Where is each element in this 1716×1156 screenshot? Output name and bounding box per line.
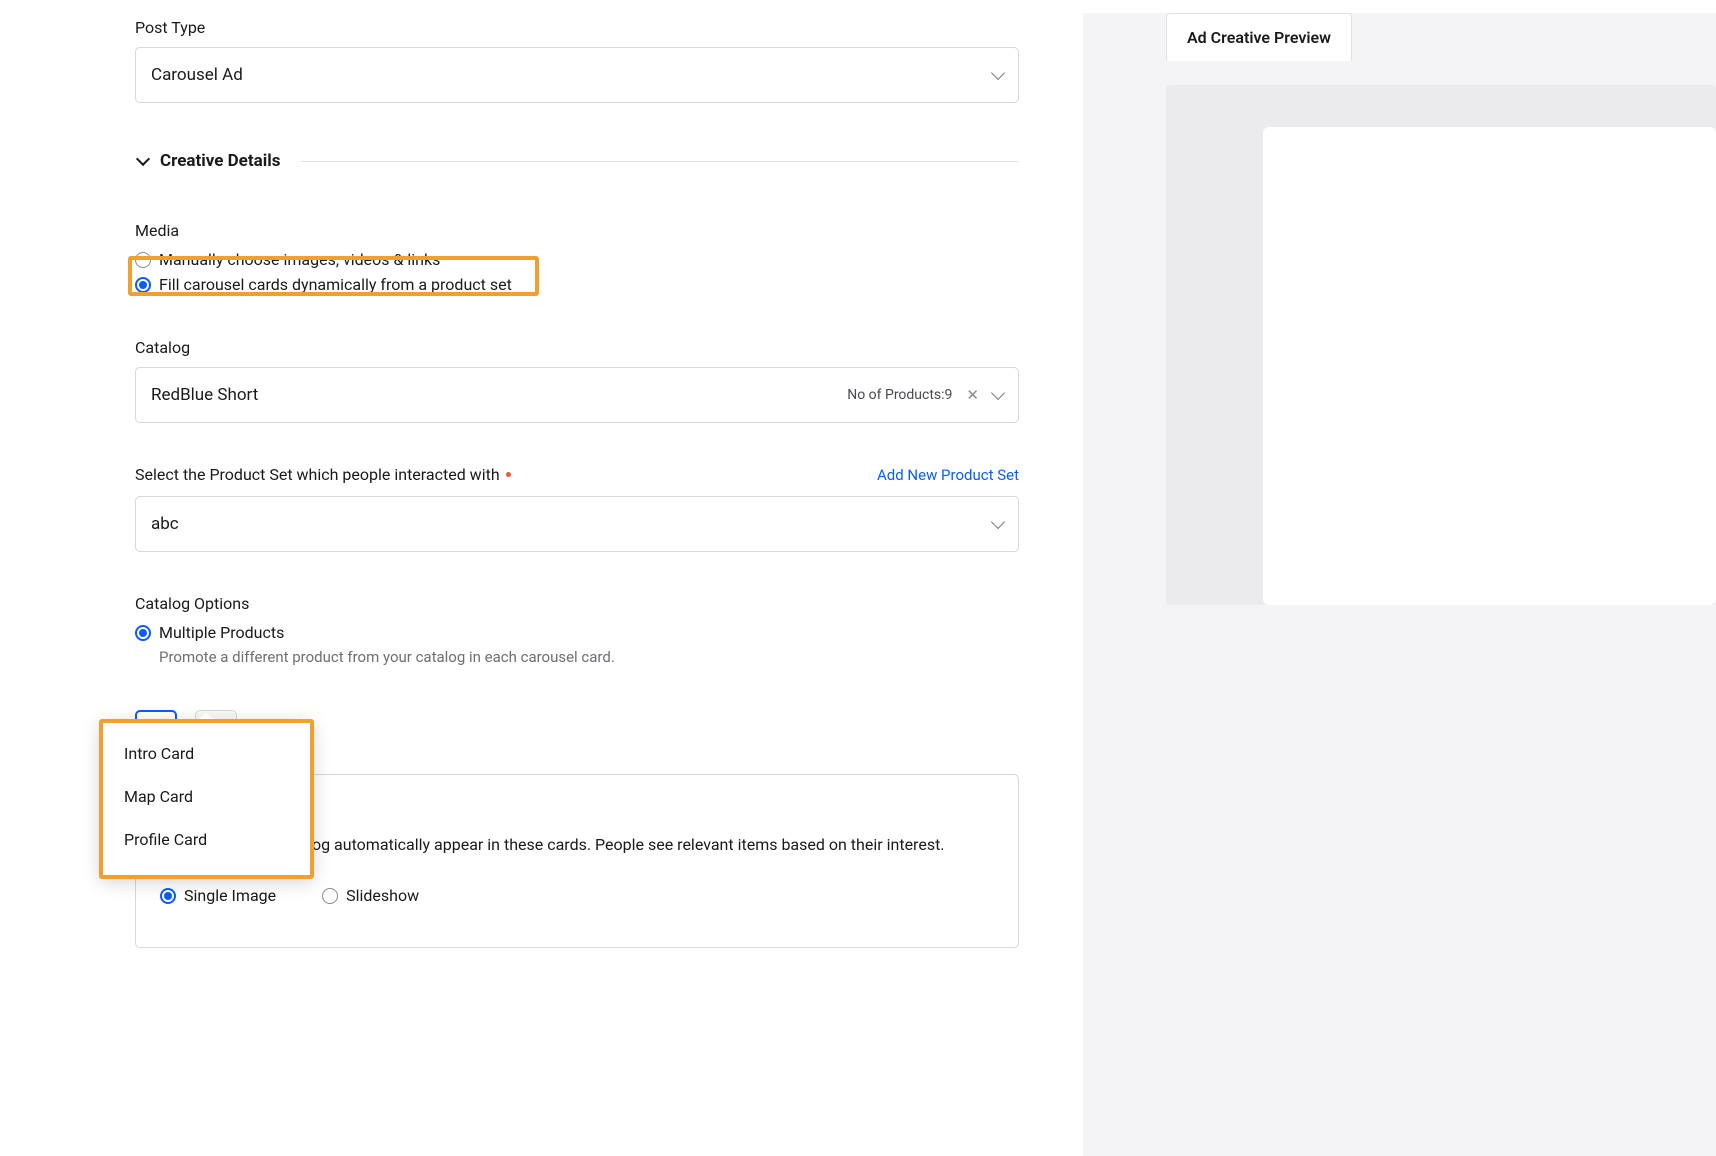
preview-body	[1166, 85, 1716, 605]
post-type-value: Carousel Ad	[151, 65, 993, 85]
radio-icon	[322, 888, 338, 904]
menu-profile-card[interactable]: Profile Card	[100, 818, 313, 861]
catalog-options-label: Catalog Options	[135, 594, 1019, 613]
chevron-down-icon	[991, 66, 1005, 80]
product-set-label: Select the Product Set which people inte…	[135, 465, 511, 484]
radio-icon	[135, 252, 151, 268]
product-set-value: abc	[151, 514, 993, 534]
card-image-type-slideshow[interactable]: Slideshow	[322, 886, 419, 905]
media-dynamic-label: Fill carousel cards dynamically from a p…	[159, 275, 512, 294]
preview-inner	[1263, 127, 1716, 605]
menu-map-card[interactable]: Map Card	[100, 775, 313, 818]
media-label: Media	[135, 221, 1019, 240]
catalog-option-multiple-label: Multiple Products	[159, 623, 284, 642]
divider	[300, 161, 1019, 162]
catalog-value: RedBlue Short	[151, 385, 847, 405]
radio-selected-icon	[135, 277, 151, 293]
chevron-down-icon	[991, 386, 1005, 400]
media-radio-manual[interactable]: Manually choose images, videos & links	[135, 250, 1019, 269]
creative-details-title: Creative Details	[160, 151, 280, 171]
post-type-select[interactable]: Carousel Ad	[135, 47, 1019, 103]
media-manual-label: Manually choose images, videos & links	[159, 250, 440, 269]
catalog-select[interactable]: RedBlue Short No of Products:9 ✕	[135, 367, 1019, 423]
add-card-menu: Intro Card Map Card Profile Card	[100, 720, 313, 878]
catalog-option-multiple-desc: Promote a different product from your ca…	[159, 648, 1019, 666]
card-single-label: Single Image	[184, 886, 276, 905]
post-type-label: Post Type	[135, 18, 1019, 37]
card-image-type-single[interactable]: Single Image	[160, 886, 276, 905]
menu-intro-card[interactable]: Intro Card	[100, 732, 313, 775]
catalog-option-multiple[interactable]: Multiple Products	[135, 623, 1019, 642]
clear-icon[interactable]: ✕	[966, 388, 979, 403]
radio-selected-icon	[160, 888, 176, 904]
product-set-select[interactable]: abc	[135, 496, 1019, 552]
preview-panel: Ad Creative Preview	[1083, 13, 1716, 1156]
catalog-label: Catalog	[135, 338, 1019, 357]
creative-details-toggle[interactable]: Creative Details	[135, 151, 1019, 171]
chevron-down-icon	[991, 515, 1005, 529]
media-radio-dynamic[interactable]: Fill carousel cards dynamically from a p…	[135, 275, 1019, 294]
add-product-set-link[interactable]: Add New Product Set	[877, 466, 1019, 484]
chevron-down-icon	[136, 152, 150, 166]
radio-selected-icon	[135, 625, 151, 641]
catalog-count: No of Products:9	[847, 387, 952, 403]
preview-tab[interactable]: Ad Creative Preview	[1166, 13, 1352, 61]
card-slideshow-label: Slideshow	[346, 886, 419, 905]
required-dot-icon	[506, 472, 511, 477]
